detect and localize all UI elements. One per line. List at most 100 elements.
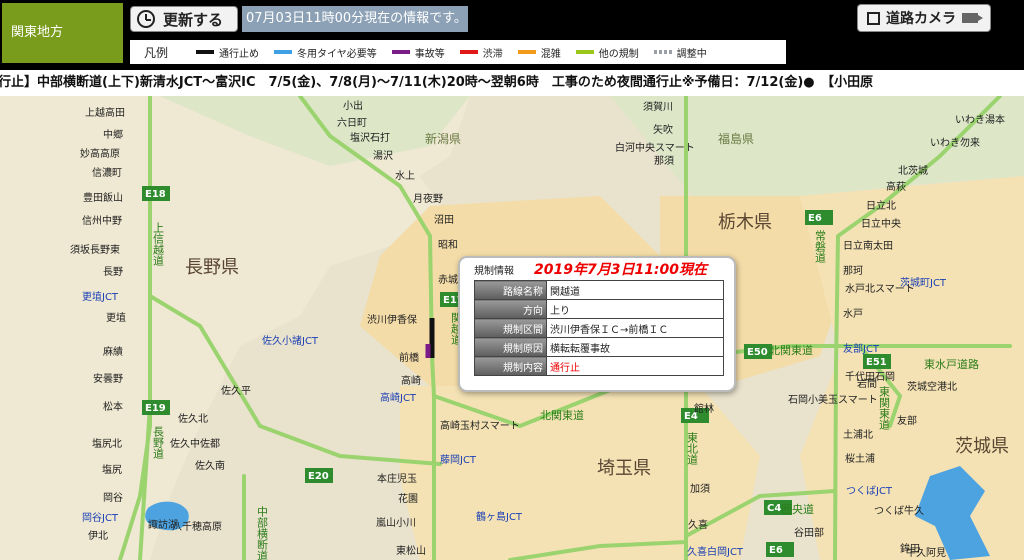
place-label: 日立北 <box>866 199 896 212</box>
place-label: 麻績 <box>103 345 123 358</box>
place-label: 松本 <box>103 400 123 413</box>
legend-label: 調整中 <box>676 48 707 60</box>
place-label: 佐久平 <box>221 385 251 397</box>
place-label: 妙高高原 <box>80 147 120 160</box>
place-label: 水上 <box>395 170 415 182</box>
place-label: 沼田 <box>434 213 454 226</box>
road-name-label: 常磐道 <box>814 230 827 263</box>
jct-label: 高崎JCT <box>380 391 417 404</box>
place-label: 須賀川 <box>643 101 673 113</box>
jct-label: 鶴ヶ島JCT <box>476 510 523 523</box>
jct-label: つくばJCT <box>846 485 893 497</box>
prefecture-label-small: 新潟県 <box>425 131 461 146</box>
legend-item-winter-tire: 冬用タイヤ必要等 <box>274 45 377 60</box>
prefecture-label: 栃木県 <box>718 212 772 233</box>
place-label: 昭和 <box>438 239 458 251</box>
road-camera-button[interactable]: 道路カメラ <box>857 4 991 32</box>
place-label: 小出 <box>343 99 363 112</box>
place-label: 千代田石岡 <box>845 371 895 383</box>
road-code-label: E50 <box>747 347 768 358</box>
place-label: 館林 <box>694 402 714 415</box>
place-label: 更埴 <box>106 311 126 324</box>
popup-value: 横転転覆事故 <box>546 337 724 357</box>
top-bar: 関東地方 更新する 07月03日11時00分現在の情報です。 凡例 通行止め 冬… <box>0 0 1024 68</box>
place-label: 北茨城 <box>898 164 928 177</box>
popup-time: 2019年7月3日11:00現在 <box>534 262 708 278</box>
legend-item-adjusting: 調整中 <box>653 45 707 60</box>
road-name-label: 中部横断道 <box>256 506 269 560</box>
region-label[interactable]: 関東地方 <box>2 3 123 63</box>
clock-icon <box>137 10 155 28</box>
road-code-label: E18 <box>145 189 166 200</box>
legend-label: 他の規制 <box>598 48 639 60</box>
place-label: 友部 <box>897 414 917 427</box>
legend-item-closed: 通行止め <box>196 45 259 60</box>
legend-label: 通行止め <box>219 48 260 60</box>
place-label: 高萩 <box>886 180 906 193</box>
place-label: 高崎 <box>401 374 421 387</box>
road-code-label: E51 <box>866 357 887 368</box>
popup-row-route: 路線名称 関越道 <box>474 280 724 300</box>
place-label: 嵐山小川 <box>376 517 416 529</box>
place-label: 佐久南 <box>195 459 225 472</box>
place-label: 月夜野 <box>413 192 443 205</box>
popup-key: 路線名称 <box>474 280 547 300</box>
prefecture-label: 長野県 <box>185 257 239 278</box>
place-label: いわき湯本 <box>955 113 1005 126</box>
legend-label: 混雑 <box>540 48 561 60</box>
place-label: 湯沢 <box>373 149 393 162</box>
road-name-label: 北関東道 <box>769 343 813 357</box>
place-label: 中郷 <box>103 128 123 141</box>
place-label: 塩尻北 <box>92 437 122 450</box>
place-label: 水戸北スマート <box>845 283 915 295</box>
road-name-label: 長野道 <box>152 426 165 459</box>
legend-swatch <box>653 50 672 54</box>
place-label: 久喜 <box>688 518 708 531</box>
refresh-button[interactable]: 更新する <box>130 6 238 32</box>
prefecture-label-small: 福島県 <box>718 131 754 146</box>
place-label: 渋川伊香保 <box>367 313 417 326</box>
road-name-label: 圏央道 <box>781 502 814 516</box>
legend-item-congestion: 渋滞 <box>459 45 503 60</box>
place-label: 矢吹 <box>653 123 673 136</box>
legend-swatch <box>274 50 293 54</box>
place-label: いわき勿来 <box>930 137 980 149</box>
regulation-popup[interactable]: 規制情報 2019年7月3日11:00現在 路線名称 関越道 方向 上り 規制区間渋… <box>458 256 736 392</box>
prefecture-label: 茨城県 <box>955 436 1009 457</box>
camera-icon <box>962 13 983 23</box>
jct-label: 藤岡JCT <box>440 454 477 466</box>
popup-value: 渋川伊香保ＩＣ→前橋ＩＣ <box>546 318 724 338</box>
place-label: 高崎玉村スマート <box>440 419 520 432</box>
place-label: 六日町 <box>337 117 367 129</box>
place-label: 信濃町 <box>92 166 122 179</box>
popup-row-cause: 規制原因 横転転覆事故 <box>474 337 724 357</box>
status-text: 07月03日11時00分現在の情報です。 <box>242 6 468 32</box>
place-label: 那珂 <box>843 265 863 277</box>
legend-swatch <box>517 50 536 54</box>
legend-label: 事故等 <box>414 48 445 60</box>
popup-key: 規制区間 <box>474 318 547 338</box>
place-label: 茨城空港北 <box>907 380 957 393</box>
legend-item-crowded: 混雑 <box>517 45 561 60</box>
popup-heading: 規制情報 <box>474 266 514 277</box>
legend-swatch <box>196 50 215 54</box>
traffic-map[interactable]: 長野県群馬県栃木県茨城県埼玉県新潟県福島県E18E17E19E4E6E50E51… <box>0 96 1024 560</box>
legend-swatch <box>459 50 478 54</box>
place-label: 日立中央 <box>861 217 901 230</box>
road-code-label: E19 <box>145 403 166 414</box>
popup-value: 上り <box>546 299 724 319</box>
place-label: 日立南太田 <box>843 239 893 252</box>
place-label: 加須 <box>690 483 710 495</box>
road-name-label: 東北道 <box>686 432 699 465</box>
ticker-text: 行止】中部横断道(上下)新清水JCT～富沢IC 7/5(金)、7/8(月)～7/… <box>0 75 874 90</box>
place-label: 東松山 <box>396 544 426 557</box>
place-label: 鉾田 <box>900 542 920 555</box>
legend-swatch <box>575 50 594 54</box>
place-label: 長野 <box>103 266 123 278</box>
place-label: 谷田部 <box>794 526 824 539</box>
place-label: 那須 <box>654 155 674 167</box>
legend: 凡例 通行止め 冬用タイヤ必要等 事故等 渋滞 混雑 他の規制 調整中 <box>130 40 786 64</box>
road-name-label: 上信越道 <box>152 222 165 266</box>
road-name-label: 東水戸道路 <box>924 357 979 371</box>
legend-label: 冬用タイヤ必要等 <box>297 48 377 60</box>
